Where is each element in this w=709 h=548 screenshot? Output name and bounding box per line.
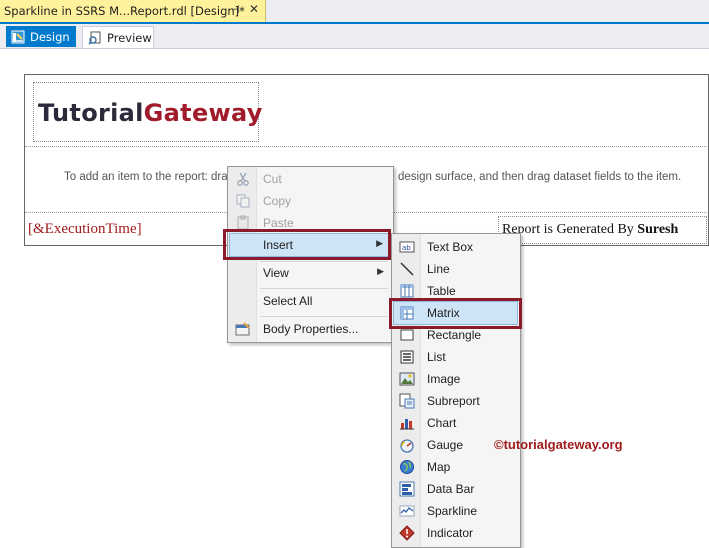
design-icon bbox=[11, 30, 25, 43]
menu-item-label: Text Box bbox=[427, 240, 474, 254]
submenu-item-chart[interactable]: Chart bbox=[394, 412, 517, 434]
tab-preview-label: Preview bbox=[107, 30, 152, 45]
menu-item-label: Table bbox=[427, 284, 456, 298]
submenu-item-list[interactable]: List bbox=[394, 346, 517, 368]
properties-icon bbox=[235, 322, 250, 336]
sparkline-icon bbox=[399, 505, 415, 517]
logo-part-gateway: Gateway bbox=[143, 99, 263, 127]
submenu-item-line[interactable]: Line bbox=[394, 258, 517, 280]
empty-body-hint-right: design surface, and then drag dataset fi… bbox=[398, 171, 682, 183]
scissors-icon bbox=[237, 172, 249, 186]
menu-item-label: Rectangle bbox=[427, 328, 482, 342]
page-header-separator bbox=[25, 146, 707, 147]
image-icon bbox=[399, 372, 415, 386]
generated-by-prefix: Report is Generated By bbox=[502, 222, 638, 237]
logo: TutorialGateway bbox=[38, 99, 263, 127]
map-icon bbox=[400, 460, 414, 474]
textbox-icon: ab bbox=[399, 241, 415, 253]
close-icon[interactable]: ✕ bbox=[249, 2, 259, 16]
menu-item-label: Paste bbox=[263, 216, 294, 230]
matrix-highlight-frame bbox=[389, 298, 522, 329]
menu-item-label: Sparkline bbox=[427, 504, 478, 518]
menu-item-label: Subreport bbox=[427, 394, 480, 408]
submenu-item-text-box[interactable]: ab Text Box bbox=[394, 236, 517, 258]
tab-design-label: Design bbox=[30, 29, 70, 44]
svg-text:ab: ab bbox=[402, 244, 411, 252]
gauge-icon bbox=[400, 439, 414, 453]
table-icon bbox=[400, 284, 414, 298]
menu-item-select-all[interactable]: Select All bbox=[230, 290, 390, 312]
preview-icon bbox=[88, 31, 101, 45]
menu-item-label: Image bbox=[427, 372, 461, 386]
pin-icon[interactable]: ⊣ bbox=[230, 3, 240, 16]
menu-item-label: Body Properties... bbox=[263, 322, 359, 336]
document-tab[interactable]: Sparkline in SSRS M...Report.rdl [Design… bbox=[0, 0, 266, 22]
copy-icon bbox=[236, 194, 250, 208]
menu-item-label: Gauge bbox=[427, 438, 464, 452]
submenu-item-map[interactable]: Map bbox=[394, 456, 517, 478]
menu-item-label: List bbox=[427, 350, 446, 364]
indicator-icon bbox=[399, 525, 415, 541]
document-tab-title: Sparkline in SSRS M...Report.rdl [Design… bbox=[4, 4, 245, 18]
databar-icon bbox=[399, 481, 415, 497]
menu-item-label: Copy bbox=[263, 194, 292, 208]
menu-separator bbox=[260, 316, 388, 317]
insert-highlight-frame bbox=[223, 229, 391, 260]
submenu-item-sparkline[interactable]: Sparkline bbox=[394, 500, 517, 522]
menu-item-cut[interactable]: Cut bbox=[230, 168, 390, 190]
menu-item-copy[interactable]: Copy bbox=[230, 190, 390, 212]
submenu-arrow-icon: ▶ bbox=[377, 266, 384, 276]
menu-item-label: Select All bbox=[263, 294, 313, 308]
tab-design[interactable]: Design bbox=[6, 26, 76, 47]
empty-body-hint-left: To add an item to the report: dra bbox=[64, 171, 228, 183]
watermark: ©tutorialgateway.org bbox=[494, 437, 623, 452]
menu-item-label: Cut bbox=[263, 172, 282, 186]
menu-item-body-properties[interactable]: Body Properties... bbox=[230, 318, 390, 340]
menu-item-label: Indicator bbox=[427, 526, 474, 540]
rectangle-icon bbox=[400, 329, 414, 341]
insert-submenu: ab Text Box Line Table Matrix Rectangle bbox=[391, 233, 521, 548]
menu-item-label: Data Bar bbox=[427, 482, 475, 496]
submenu-item-image[interactable]: Image bbox=[394, 368, 517, 390]
menu-item-label: Chart bbox=[427, 416, 457, 430]
submenu-item-subreport[interactable]: Subreport bbox=[394, 390, 517, 412]
logo-part-tutorial: Tutorial bbox=[38, 99, 144, 127]
generated-by-name: Suresh bbox=[637, 222, 679, 237]
submenu-item-indicator[interactable]: Indicator bbox=[394, 522, 517, 544]
menu-item-label: Map bbox=[427, 460, 451, 474]
line-icon bbox=[400, 262, 414, 276]
menu-item-label: View bbox=[263, 266, 289, 280]
tab-preview[interactable]: Preview bbox=[82, 26, 154, 48]
chart-icon bbox=[400, 419, 414, 430]
submenu-item-data-bar[interactable]: Data Bar bbox=[394, 478, 517, 500]
subreport-icon bbox=[399, 393, 415, 409]
menu-separator bbox=[260, 288, 388, 289]
menu-item-view[interactable]: View ▶ bbox=[230, 262, 390, 284]
menu-item-label: Line bbox=[427, 262, 450, 276]
view-tab-strip: Design Preview bbox=[0, 24, 709, 49]
list-icon bbox=[400, 350, 414, 364]
generated-by-text: Report is Generated By Suresh bbox=[502, 222, 678, 238]
execution-time-textbox[interactable]: [&ExecutionTime] bbox=[28, 221, 142, 238]
